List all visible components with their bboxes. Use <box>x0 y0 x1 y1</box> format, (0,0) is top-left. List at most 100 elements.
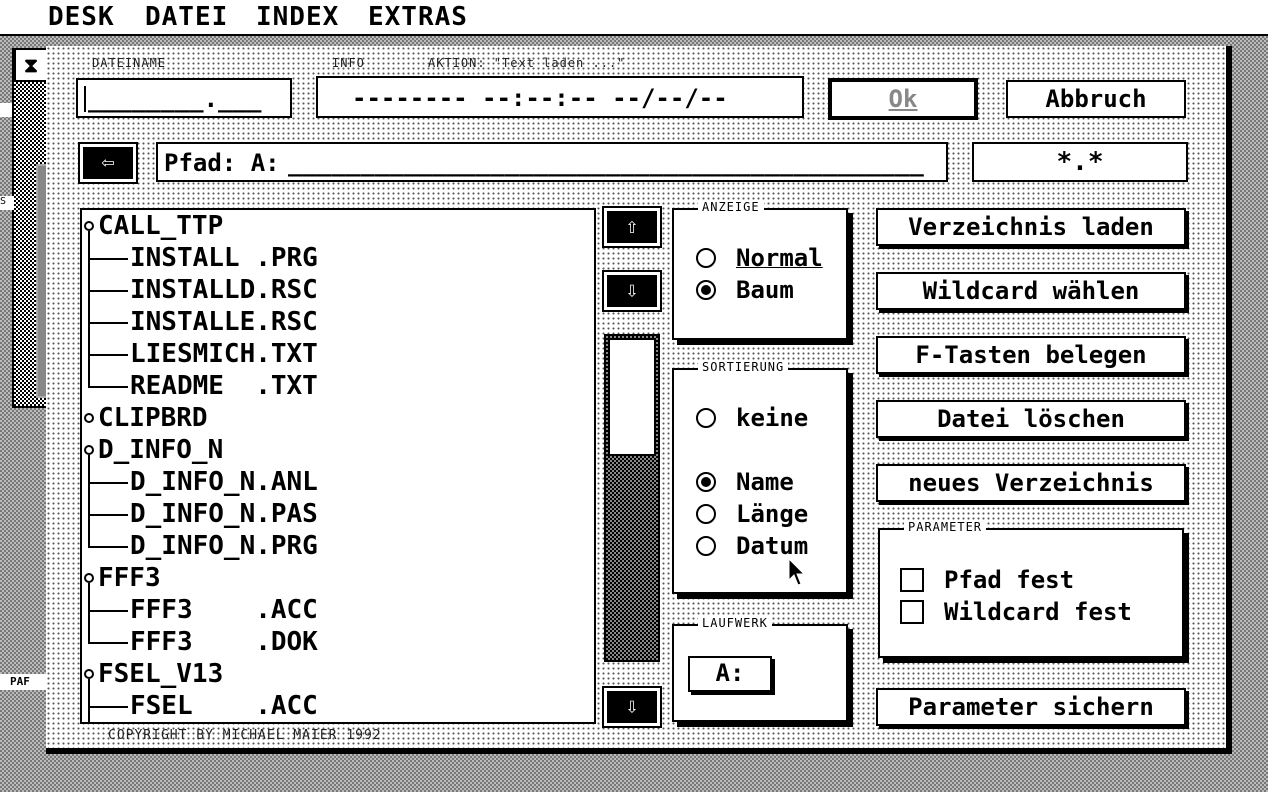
option-keine-label[interactable]: keine <box>736 404 808 432</box>
sortierung-title: SORTIERUNG <box>698 360 789 374</box>
scrollbar-thumb[interactable] <box>608 338 656 456</box>
path-field[interactable]: Pfad: A: _______________________________… <box>156 142 948 182</box>
tree-branch-line <box>88 354 128 356</box>
radio-keine[interactable] <box>696 408 716 428</box>
parent-directory-button[interactable]: ⇦ <box>78 142 138 184</box>
file-row[interactable]: FFF3 .DOK <box>130 626 318 658</box>
file-name: INSTALLE.RSC <box>130 307 318 337</box>
radio-baum[interactable] <box>696 280 716 300</box>
option-baum-label[interactable]: Baum <box>736 276 794 304</box>
file-row[interactable]: INSTALLE.RSC <box>130 306 318 338</box>
tree-trunk-line <box>88 274 90 306</box>
background-window-label-s: S <box>0 196 14 210</box>
checkbox-wildcard-fest[interactable] <box>900 600 924 624</box>
option-name-label[interactable]: Name <box>736 468 794 496</box>
path-label: Pfad: A: <box>164 149 280 177</box>
option-datum-label[interactable]: Datum <box>736 532 808 560</box>
tree-branch-line <box>88 258 128 260</box>
wildcard-fest-label[interactable]: Wildcard fest <box>944 598 1132 626</box>
choose-wildcard-button[interactable]: Wildcard wählen <box>876 272 1186 310</box>
menu-datei[interactable]: DATEI <box>145 2 228 32</box>
tree-trunk-line <box>88 530 90 547</box>
background-window-label: PAF <box>0 674 48 690</box>
parameter-title: PARAMETER <box>904 520 987 534</box>
assign-fkeys-button[interactable]: F-Tasten belegen <box>876 336 1186 374</box>
file-row[interactable]: D_INFO_N.PAS <box>130 498 318 530</box>
mouse-pointer-icon <box>788 558 806 586</box>
file-row[interactable]: D_INFO_N.PRG <box>130 530 318 562</box>
file-name: INSTALL .PRG <box>130 243 318 273</box>
file-name: FSEL .ACC <box>130 691 318 721</box>
cancel-button-label: Abbruch <box>1045 85 1147 113</box>
info-value: -------- --:--:-- --/--/-- <box>352 84 728 112</box>
arrow-down-icon: ⇩ <box>625 278 639 303</box>
wildcard-field[interactable]: *.* <box>972 142 1188 182</box>
page-down-button[interactable]: ⇩ <box>602 270 662 312</box>
copyright-text: COPYRIGHT BY MICHAEL MAIER 1992 <box>108 728 382 743</box>
folder-row[interactable]: CALL_TTP <box>98 210 223 242</box>
action-label: AKTION: "Text laden ..." <box>428 56 626 70</box>
drive-button[interactable]: A: <box>688 656 772 692</box>
file-row[interactable]: LIESMICH.TXT <box>130 338 318 370</box>
option-normal-label[interactable]: Normal <box>736 244 823 272</box>
scrollbar-track[interactable] <box>604 334 660 662</box>
file-name: D_INFO_N.PAS <box>130 499 318 529</box>
delete-file-button[interactable]: Datei löschen <box>876 400 1186 438</box>
folder-name: CLIPBRD <box>98 403 208 433</box>
radio-normal[interactable] <box>696 248 716 268</box>
menu-desk[interactable]: DESK <box>48 2 115 32</box>
tree-trunk-line <box>88 370 90 387</box>
arrow-left-icon: ⇦ <box>101 150 115 175</box>
tree-trunk-line <box>88 498 90 530</box>
file-row[interactable]: FSEL .ACC <box>130 690 318 722</box>
scroll-up-button[interactable]: ⇧ <box>602 206 662 248</box>
menu-index[interactable]: INDEX <box>256 2 339 32</box>
file-list[interactable]: CALL_TTP INSTALL .PRG INSTALLD.RSC INSTALLE… <box>80 208 596 724</box>
folder-row[interactable]: CLIPBRD <box>98 402 208 434</box>
option-laenge-label[interactable]: Länge <box>736 500 808 528</box>
tree-trunk-line <box>88 455 90 498</box>
file-name: LIESMICH.TXT <box>130 339 318 369</box>
laufwerk-title: LAUFWERK <box>698 616 772 630</box>
filename-field[interactable]: ________.___ <box>76 78 292 118</box>
tree-branch-line <box>88 514 128 516</box>
tree-trunk-line <box>88 231 90 274</box>
radio-datum[interactable] <box>696 536 716 556</box>
cancel-button[interactable]: Abbruch <box>1006 80 1186 118</box>
anzeige-title: ANZEIGE <box>698 200 764 214</box>
ok-button[interactable]: Ok <box>828 78 978 120</box>
scroll-down-button[interactable]: ⇩ <box>602 686 662 728</box>
folder-row[interactable]: FSEL_V13 <box>98 658 223 690</box>
tree-trunk-line <box>88 679 90 722</box>
file-row[interactable]: README .TXT <box>130 370 318 402</box>
folder-row[interactable]: FFF3 <box>98 562 161 594</box>
file-name: README .TXT <box>130 371 318 401</box>
menu-extras[interactable]: EXTRAS <box>368 2 468 32</box>
tree-trunk-line <box>88 626 90 643</box>
filename-value: ________.___ <box>88 85 262 113</box>
tree-branch-line <box>88 482 128 484</box>
file-name: D_INFO_N.PRG <box>130 531 318 561</box>
radio-laenge[interactable] <box>696 504 716 524</box>
folder-name: CALL_TTP <box>98 211 224 241</box>
file-row[interactable]: INSTALLD.RSC <box>130 274 318 306</box>
new-directory-button[interactable]: neues Verzeichnis <box>876 464 1186 502</box>
file-row[interactable]: D_INFO_N.ANL <box>130 466 318 498</box>
tree-branch-line <box>88 610 128 612</box>
file-row[interactable]: INSTALL .PRG <box>130 242 318 274</box>
folder-name: FSEL_V13 <box>98 659 224 689</box>
radio-name[interactable] <box>696 472 716 492</box>
tree-folder-node-icon <box>84 445 94 455</box>
tree-branch-line <box>88 546 128 548</box>
folder-name: D_INFO_N <box>98 435 224 465</box>
load-directory-button[interactable]: Verzeichnis laden <box>876 208 1186 246</box>
pfad-fest-label[interactable]: Pfad fest <box>944 566 1074 594</box>
save-parameters-button[interactable]: Parameter sichern <box>876 688 1186 726</box>
file-name: FFF3 .DOK <box>130 627 318 657</box>
close-box-icon[interactable]: ⧗ <box>14 48 48 82</box>
path-value: ________________________________________… <box>288 149 924 177</box>
checkbox-pfad-fest[interactable] <box>900 568 924 592</box>
ok-button-label: Ok <box>888 85 918 113</box>
file-row[interactable]: FFF3 .ACC <box>130 594 318 626</box>
folder-row[interactable]: D_INFO_N <box>98 434 223 466</box>
